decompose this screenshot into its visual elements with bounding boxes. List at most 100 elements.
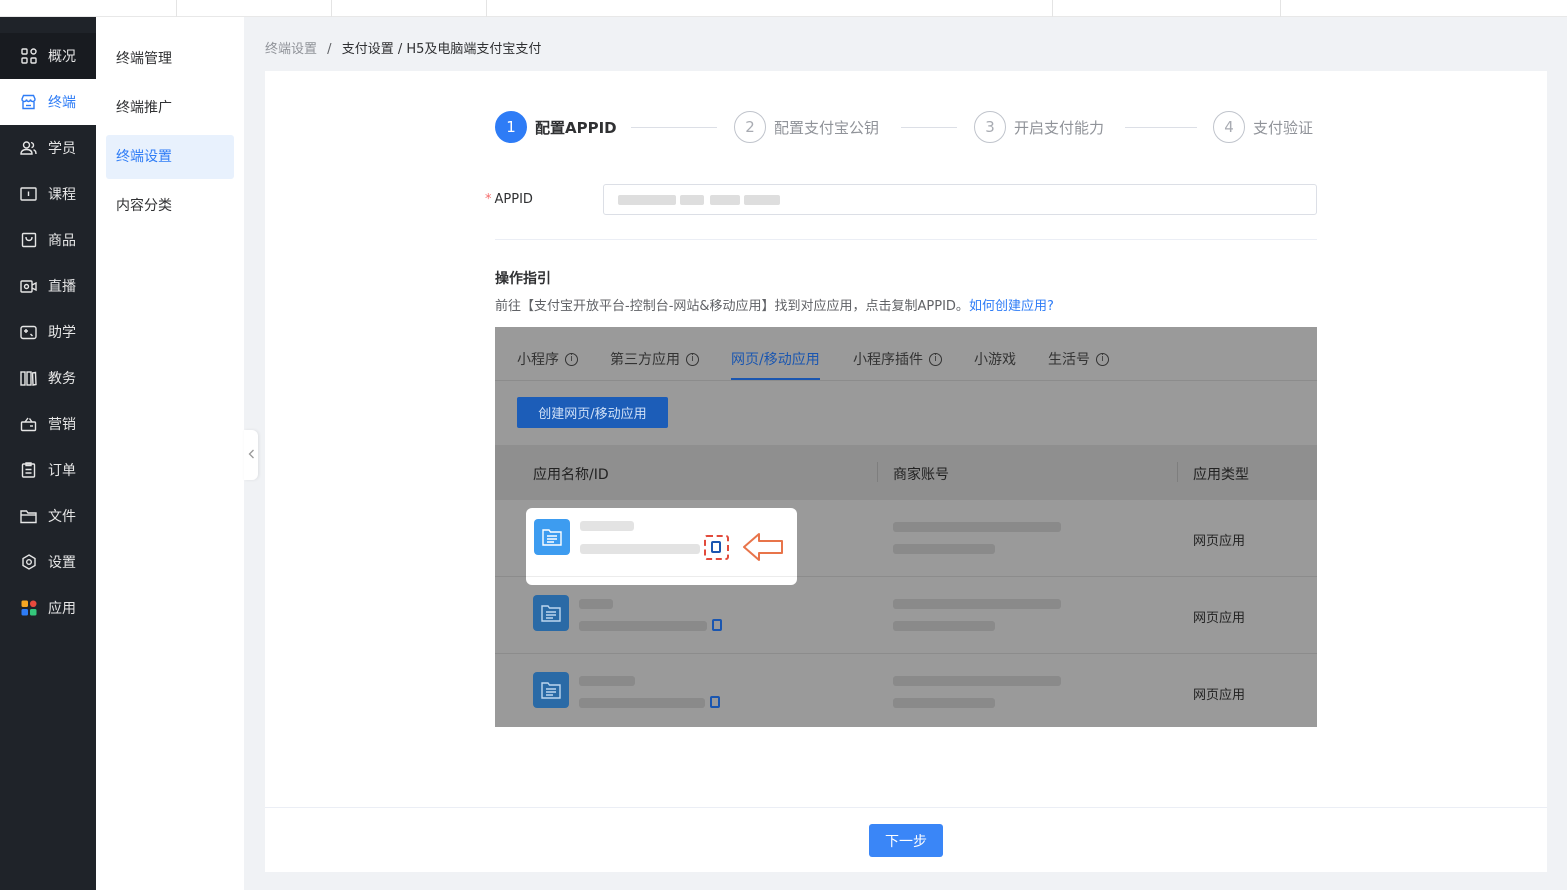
nav-item-apps[interactable]: 应用 xyxy=(0,585,96,631)
top-bar-divider xyxy=(176,0,177,17)
illustration-tab-active: 网页/移动应用 xyxy=(731,349,820,380)
breadcrumb-current: 支付设置 / H5及电脑端支付宝支付 xyxy=(341,42,542,57)
collapse-sidebar-button[interactable] xyxy=(244,430,258,480)
step-number: 4 xyxy=(1213,111,1245,143)
step-number: 1 xyxy=(495,111,527,143)
redacted-app-name xyxy=(579,599,613,609)
copy-icon xyxy=(711,541,721,553)
apps-icon xyxy=(20,600,37,617)
step-number: 3 xyxy=(974,111,1006,143)
step-4: 4 支付验证 xyxy=(1213,111,1313,143)
top-bar-divider xyxy=(331,0,332,17)
guide-description: 前往【支付宝开放平台-控制台-网站&移动应用】找到对应应用，点击复制APPID。… xyxy=(495,295,1054,314)
nav-item-label: 课程 xyxy=(48,187,76,203)
nav-item-students[interactable]: 学员 xyxy=(0,125,96,171)
nav-item-files[interactable]: 文件 xyxy=(0,493,96,539)
chevron-left-icon xyxy=(248,448,255,462)
step-label: 配置APPID xyxy=(535,118,617,137)
table-row: 网页应用 xyxy=(495,577,1317,654)
nav-item-courses[interactable]: 课程 xyxy=(0,171,96,217)
app-icon xyxy=(533,672,569,708)
redacted-account xyxy=(893,621,995,631)
redacted-value xyxy=(680,195,704,205)
column-header: 应用类型 xyxy=(1193,467,1249,483)
nav-item-label: 营销 xyxy=(48,417,76,433)
info-icon: i xyxy=(565,352,578,366)
main-nav: 概况 终端 学员 课程 商品 直播 助学 教务 营销 订单 文件 设置 应用 xyxy=(0,17,96,890)
folder-icon xyxy=(20,508,37,525)
redacted-app-name xyxy=(579,676,635,686)
books-icon xyxy=(20,370,37,387)
course-icon xyxy=(20,186,37,203)
nav-item-terminal[interactable]: 终端 xyxy=(0,79,96,125)
how-to-create-app-link[interactable]: 如何创建应用? xyxy=(969,299,1054,314)
next-step-button[interactable]: 下一步 xyxy=(869,824,943,857)
nav-item-label: 商品 xyxy=(48,233,76,249)
nav-item-goods[interactable]: 商品 xyxy=(0,217,96,263)
required-mark: * xyxy=(485,192,492,207)
nav-item-settings[interactable]: 设置 xyxy=(0,539,96,585)
nav-item-orders[interactable]: 订单 xyxy=(0,447,96,493)
column-divider xyxy=(1177,462,1178,482)
users-icon xyxy=(20,140,37,157)
step-connector xyxy=(631,127,717,128)
gear-icon xyxy=(20,554,37,571)
clipboard-icon xyxy=(20,462,37,479)
copy-icon xyxy=(712,619,722,631)
app-type: 网页应用 xyxy=(1193,534,1246,549)
breadcrumb-root[interactable]: 终端设置 xyxy=(265,42,317,57)
step-1: 1 配置APPID xyxy=(495,111,617,143)
nav-item-label: 文件 xyxy=(48,509,76,525)
step-connector xyxy=(1125,127,1197,128)
redacted-account xyxy=(893,698,995,708)
nav-item-live[interactable]: 直播 xyxy=(0,263,96,309)
submenu-item-terminal-promotion[interactable]: 终端推广 xyxy=(106,86,234,130)
appid-input[interactable] xyxy=(603,184,1317,215)
nav-item-label: 设置 xyxy=(48,555,76,571)
nav-item-label: 终端 xyxy=(48,95,76,111)
app-type: 网页应用 xyxy=(1193,688,1246,703)
submenu-item-terminal-management[interactable]: 终端管理 xyxy=(106,37,234,81)
top-bar-divider xyxy=(1280,0,1281,17)
top-bar-divider xyxy=(486,0,487,17)
nav-item-label: 应用 xyxy=(48,601,76,617)
highlighted-app-row xyxy=(526,508,797,585)
redacted-app-id xyxy=(579,698,705,708)
breadcrumb: 终端设置 / 支付设置 / H5及电脑端支付宝支付 xyxy=(265,38,541,57)
redacted-app-name xyxy=(580,521,634,531)
info-icon: i xyxy=(929,352,942,366)
submenu-item-content-category[interactable]: 内容分类 xyxy=(106,184,234,228)
top-bar xyxy=(0,0,1567,17)
redacted-value xyxy=(710,195,740,205)
table-row: 网页应用 xyxy=(495,654,1317,727)
step-label: 配置支付宝公钥 xyxy=(774,118,880,137)
redacted-app-id xyxy=(580,544,700,554)
appid-label-text: APPID xyxy=(494,192,533,207)
app-type: 网页应用 xyxy=(1193,611,1246,626)
app-icon xyxy=(533,595,569,631)
submenu-item-terminal-settings[interactable]: 终端设置 xyxy=(106,135,234,179)
nav-item-label: 订单 xyxy=(48,463,76,479)
nav-item-assist[interactable]: 助学 xyxy=(0,309,96,355)
step-3: 3 开启支付能力 xyxy=(974,111,1104,143)
copy-icon xyxy=(710,696,720,708)
nav-item-label: 教务 xyxy=(48,371,76,387)
info-icon: i xyxy=(1096,352,1109,366)
illustration-tab: 生活号 i xyxy=(1048,349,1109,369)
nav-item-marketing[interactable]: 营销 xyxy=(0,401,96,447)
copy-highlight-box xyxy=(704,535,729,560)
redacted-account xyxy=(893,544,995,554)
illustration-create-button: 创建网页/移动应用 xyxy=(517,397,668,428)
guide-text: 前往【支付宝开放平台-控制台-网站&移动应用】找到对应应用，点击复制APPID。 xyxy=(495,299,969,314)
nav-item-academic[interactable]: 教务 xyxy=(0,355,96,401)
nav-item-label: 概况 xyxy=(48,49,76,65)
redacted-merchant xyxy=(893,522,1061,532)
column-header: 应用名称/ID xyxy=(533,467,609,483)
store-icon xyxy=(20,94,37,111)
card-footer: 下一步 xyxy=(265,807,1547,872)
step-label: 开启支付能力 xyxy=(1014,118,1105,137)
main-card: 1 配置APPID 2 配置支付宝公钥 3 开启支付能力 4 支付验证 * APP… xyxy=(265,71,1547,872)
column-divider xyxy=(877,462,878,482)
appid-label: * APPID xyxy=(485,192,533,207)
nav-item-overview[interactable]: 概况 xyxy=(0,33,96,79)
